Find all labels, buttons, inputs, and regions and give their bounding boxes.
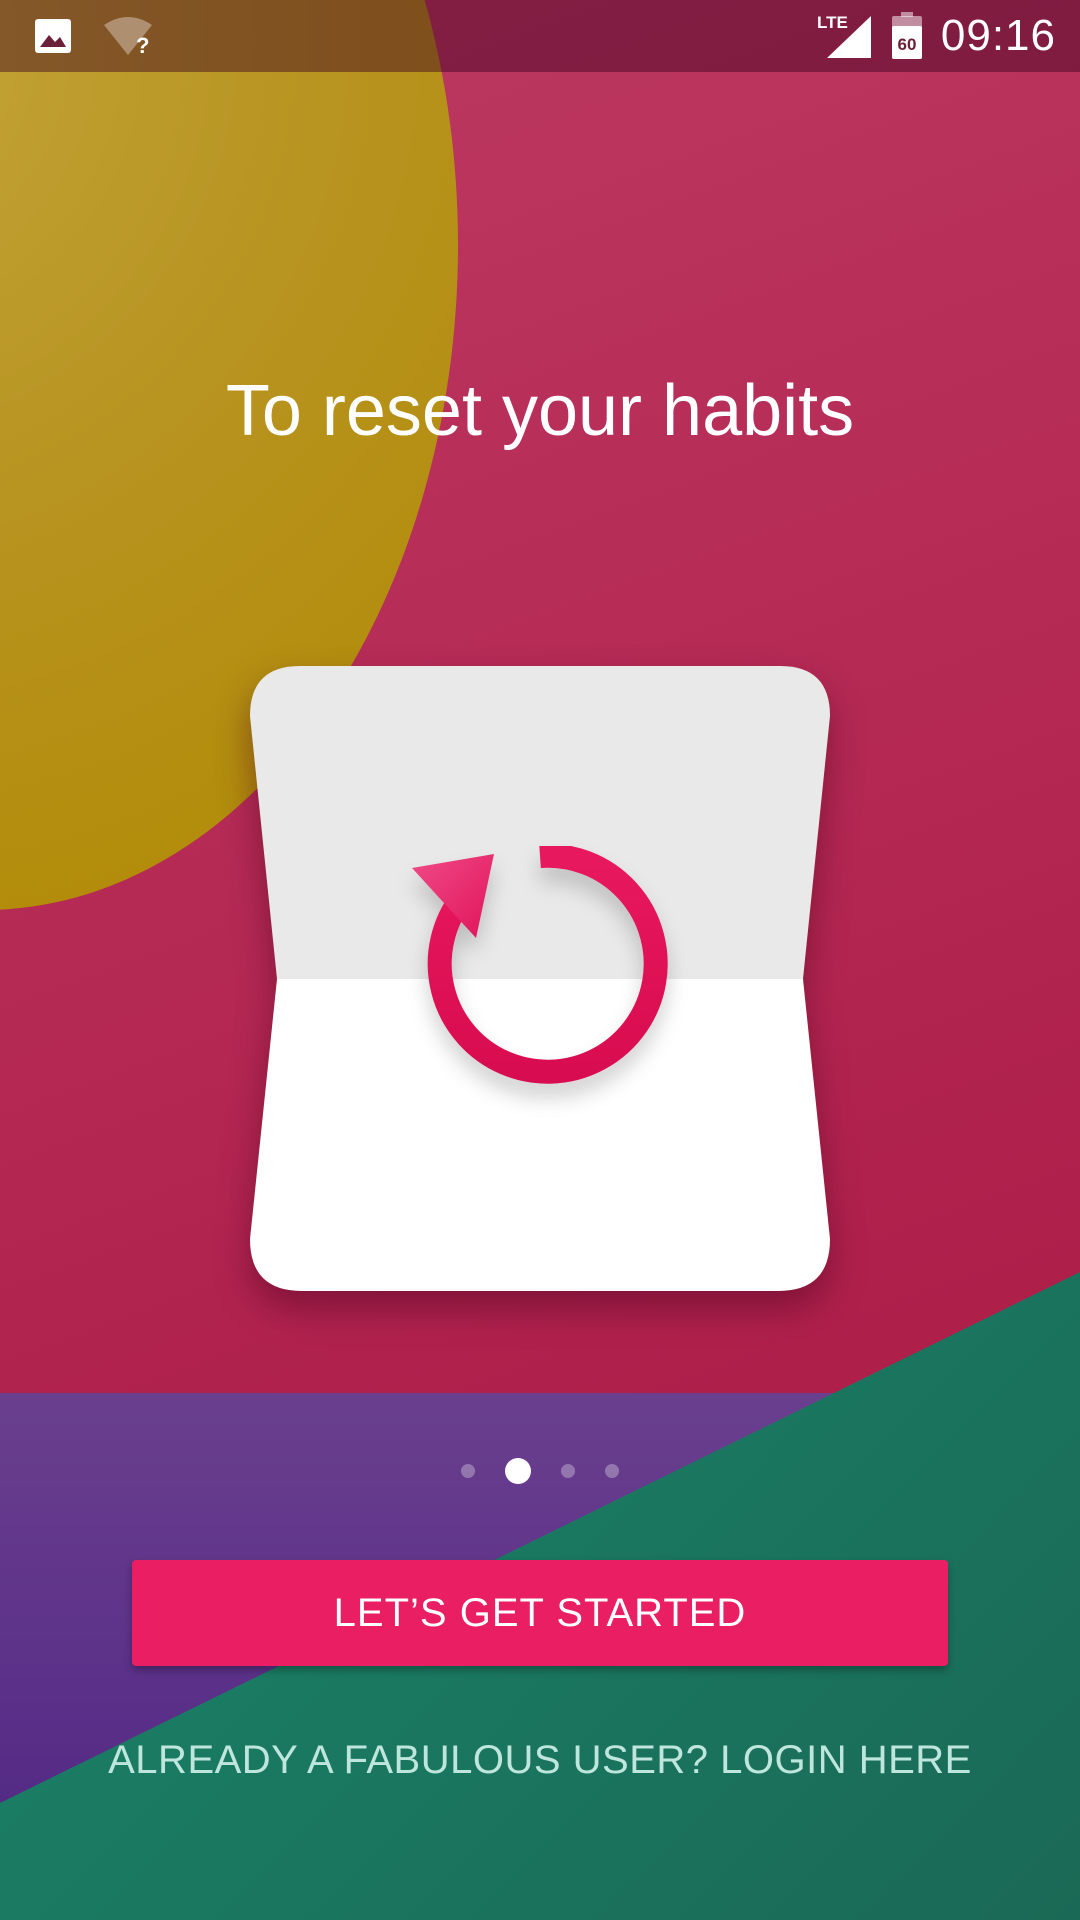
status-left-icons: ? bbox=[34, 15, 154, 57]
folded-card-illustration bbox=[250, 666, 830, 1291]
page-dot-4[interactable] bbox=[605, 1464, 619, 1478]
lte-label: LTE bbox=[817, 13, 848, 32]
battery-icon: 60 bbox=[891, 12, 923, 60]
status-clock: 09:16 bbox=[940, 11, 1056, 60]
page-dot-3[interactable] bbox=[561, 1464, 575, 1478]
login-link[interactable]: ALREADY A FABULOUS USER? LOGIN HERE bbox=[0, 1738, 1080, 1783]
lte-signal-icon: LTE bbox=[817, 12, 873, 60]
page-dot-1[interactable] bbox=[461, 1464, 475, 1478]
status-bar: ? LTE 60 09:16 bbox=[0, 0, 1080, 72]
wifi-question-icon: ? bbox=[102, 15, 154, 57]
battery-level: 60 bbox=[897, 35, 916, 54]
refresh-arrow-icon bbox=[412, 846, 668, 1084]
image-icon bbox=[34, 18, 72, 54]
get-started-button[interactable]: LET’S GET STARTED bbox=[132, 1560, 948, 1666]
status-right-icons: LTE 60 09:16 bbox=[817, 11, 1056, 61]
onboarding-headline: To reset your habits bbox=[225, 371, 855, 451]
page-indicator bbox=[0, 1458, 1080, 1484]
page-dot-2-active[interactable] bbox=[505, 1458, 531, 1484]
svg-text:?: ? bbox=[136, 33, 149, 57]
onboarding-screen: ? LTE 60 09:16 To reset your habits LET’… bbox=[0, 0, 1080, 1920]
